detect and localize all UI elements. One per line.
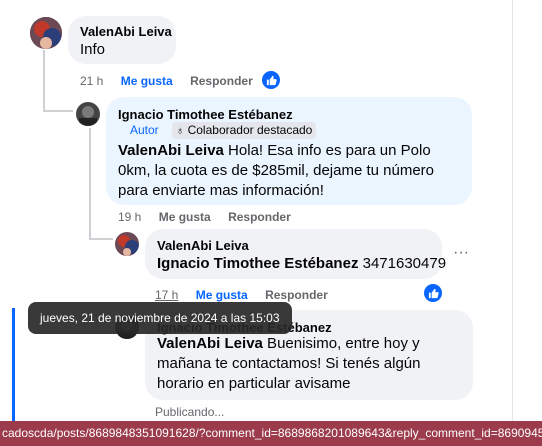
comment-text: ValenAbi Leiva Buenisimo, entre hoy y ma… [157, 335, 421, 392]
comment-bubble: ValenAbi Leiva Info [68, 16, 176, 64]
posting-status: Publicando... [155, 405, 225, 419]
comment-author[interactable]: ValenAbi Leiva [157, 238, 249, 253]
comment-text: Info [80, 41, 106, 58]
reply-button[interactable]: Responder [265, 288, 328, 302]
thread-line [89, 128, 91, 240]
top-contributor-badge: ♁ Colaborador destacado [172, 122, 317, 139]
comment-time[interactable]: 19 h [118, 210, 141, 224]
avatar[interactable] [30, 17, 62, 49]
new-comment-indicator [12, 308, 15, 421]
award-icon: ♁ [176, 125, 185, 137]
comment-author[interactable]: Ignacio Timothee Estébanez [118, 107, 293, 122]
comment-bubble: Ignacio Timothee Estébanez Autor ♁ Colab… [106, 97, 472, 205]
thread-line [43, 50, 45, 112]
comment-text: ValenAbi Leiva Hola! Esa info es para un… [118, 142, 435, 199]
mention[interactable]: ValenAbi Leiva [157, 335, 263, 352]
thread-connector [89, 238, 113, 240]
reply-button[interactable]: Responder [228, 210, 291, 224]
avatar[interactable] [115, 232, 139, 256]
right-divider [512, 0, 513, 421]
comment-author[interactable]: ValenAbi Leiva [80, 24, 172, 39]
like-button[interactable]: Me gusta [121, 74, 173, 88]
reply-button[interactable]: Responder [190, 74, 253, 88]
mention[interactable]: ValenAbi Leiva [118, 142, 224, 159]
comment-actions: 21 h Me gusta Responder [80, 74, 267, 88]
link-status-bar: cadoscda/posts/8689848351091628/?comment… [0, 421, 542, 446]
comment-time[interactable]: 21 h [80, 74, 103, 88]
comment-actions: 17 h Me gusta Responder [155, 288, 342, 302]
avatar[interactable] [76, 102, 100, 126]
mention[interactable]: Ignacio Timothee Estébanez [157, 255, 358, 272]
like-reaction-icon[interactable] [424, 284, 442, 302]
comment-time[interactable]: 17 h [155, 288, 178, 302]
like-reaction-icon[interactable] [262, 71, 280, 89]
comment-text: Ignacio Timothee Estébanez 3471630479 [157, 255, 447, 272]
more-options-icon[interactable]: ··· [453, 244, 469, 262]
like-button[interactable]: Me gusta [196, 288, 248, 302]
timestamp-tooltip: jueves, 21 de noviembre de 2024 a las 15… [28, 302, 292, 334]
comment-actions: 19 h Me gusta Responder [118, 210, 305, 224]
like-button[interactable]: Me gusta [159, 210, 211, 224]
comment-bubble: ValenAbi Leiva Ignacio Timothee Estébane… [145, 229, 446, 279]
top-contributor-label: Colaborador destacado [187, 123, 313, 137]
thread-connector [43, 110, 73, 112]
author-badge: Autor [130, 123, 159, 137]
